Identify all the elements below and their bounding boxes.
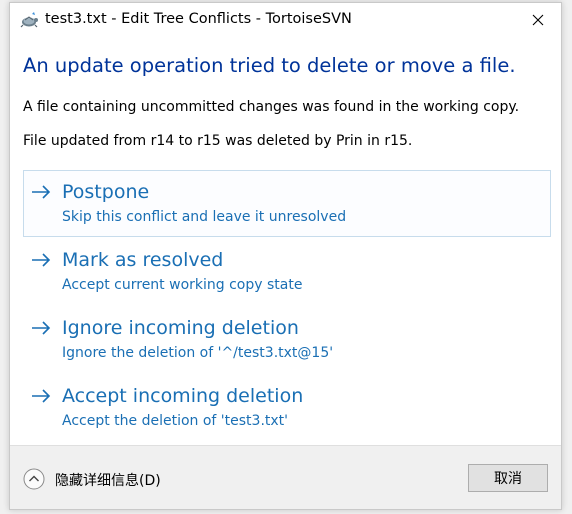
close-button[interactable] [515, 3, 561, 37]
command-title: Mark as resolved [62, 249, 224, 271]
details-expander-label[interactable]: 隐藏详细信息(D) [55, 470, 161, 490]
accept-deletion-command-link[interactable]: Accept incoming deletion Accept the dele… [23, 374, 551, 441]
dialog-footer: 隐藏详细信息(D) 取消 [10, 445, 561, 509]
command-title: Ignore incoming deletion [62, 317, 299, 339]
command-description: Accept current working copy state [62, 277, 303, 293]
tortoisesvn-icon [19, 11, 39, 29]
cancel-button[interactable]: 取消 [468, 464, 548, 492]
title-bar[interactable]: test3.txt - Edit Tree Conflicts - Tortoi… [10, 3, 561, 37]
arrow-right-icon [32, 321, 51, 335]
command-title: Postpone [62, 181, 150, 203]
main-instruction: An update operation tried to delete or m… [23, 54, 516, 77]
command-description: Skip this conflict and leave it unresolv… [62, 209, 347, 225]
dialog-window: test3.txt - Edit Tree Conflicts - Tortoi… [9, 2, 562, 510]
command-description: Ignore the deletion of '^/test3.txt@15' [62, 345, 334, 361]
details-expander-button[interactable] [23, 468, 45, 490]
postpone-command-link[interactable]: Postpone Skip this conflict and leave it… [23, 170, 551, 237]
arrow-right-icon [32, 253, 51, 267]
chevron-up-icon [23, 468, 45, 490]
content-text-2: File updated from r14 to r15 was deleted… [23, 133, 413, 149]
arrow-right-icon [32, 185, 51, 199]
command-title: Accept incoming deletion [62, 385, 304, 407]
window-title: test3.txt - Edit Tree Conflicts - Tortoi… [45, 11, 352, 27]
command-description: Accept the deletion of 'test3.txt' [62, 413, 289, 429]
close-icon [532, 14, 544, 26]
mark-resolved-command-link[interactable]: Mark as resolved Accept current working … [23, 238, 551, 305]
arrow-right-icon [32, 389, 51, 403]
content-text-1: A file containing uncommitted changes wa… [23, 99, 520, 115]
ignore-deletion-command-link[interactable]: Ignore incoming deletion Ignore the dele… [23, 306, 551, 373]
